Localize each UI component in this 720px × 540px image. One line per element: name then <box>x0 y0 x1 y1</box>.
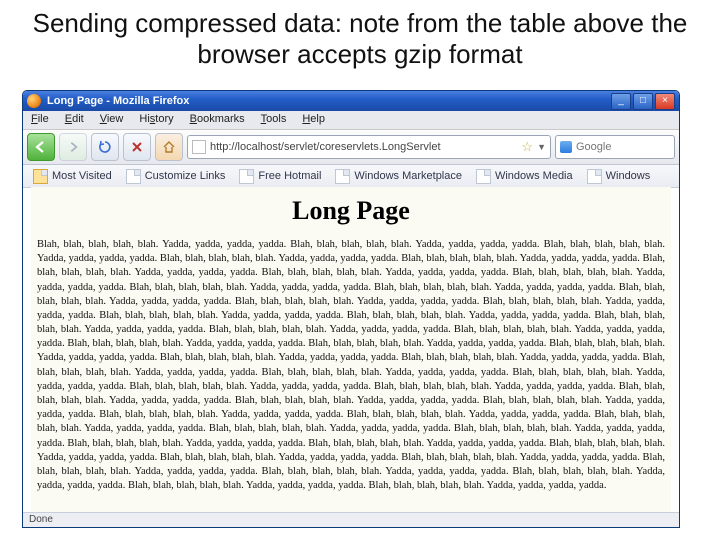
bookmark-label: Windows <box>606 170 651 182</box>
menu-edit[interactable]: Edit <box>57 111 92 129</box>
bookmark-free-hotmail[interactable]: Free Hotmail <box>233 168 327 185</box>
bookmark-windows[interactable]: Windows <box>581 168 657 185</box>
minimize-button[interactable]: _ <box>611 93 631 110</box>
menu-tools[interactable]: Tools <box>253 111 295 129</box>
page-icon <box>239 169 254 184</box>
address-bar[interactable]: http://localhost/servlet/coreservlets.Lo… <box>187 135 551 159</box>
google-engine-icon[interactable] <box>560 141 572 153</box>
bookmark-most-visited[interactable]: Most Visited <box>27 168 118 185</box>
maximize-button[interactable]: □ <box>633 93 653 110</box>
back-button[interactable] <box>27 133 55 161</box>
firefox-icon <box>27 94 41 108</box>
browser-window: Long Page - Mozilla Firefox _ □ × File E… <box>22 90 680 528</box>
window-title: Long Page - Mozilla Firefox <box>47 95 611 107</box>
page-body-text: Blah, blah, blah, blah, blah. Yadda, yad… <box>31 238 671 493</box>
folder-icon <box>33 169 48 184</box>
page-favicon-icon <box>192 140 206 154</box>
page-icon <box>587 169 602 184</box>
status-bar: Done <box>23 512 679 527</box>
reload-button[interactable] <box>91 133 119 161</box>
stop-button[interactable] <box>123 133 151 161</box>
bookmark-windows-media[interactable]: Windows Media <box>470 168 579 185</box>
bookmark-star-icon[interactable]: ☆ <box>521 139 533 155</box>
page-icon <box>335 169 350 184</box>
slide-title: Sending compressed data: note from the t… <box>0 0 720 76</box>
nav-buttons <box>27 133 183 161</box>
address-dropdown-icon[interactable]: ▼ <box>537 142 546 152</box>
titlebar[interactable]: Long Page - Mozilla Firefox _ □ × <box>23 91 679 111</box>
page-icon <box>476 169 491 184</box>
address-text: http://localhost/servlet/coreservlets.Lo… <box>210 141 517 153</box>
close-button[interactable]: × <box>655 93 675 110</box>
window-controls: _ □ × <box>611 93 675 110</box>
page-heading: Long Page <box>31 193 671 228</box>
toolbar: http://localhost/servlet/coreservlets.Lo… <box>23 130 679 165</box>
bookmark-label: Customize Links <box>145 170 226 182</box>
menu-view[interactable]: View <box>92 111 132 129</box>
bookmark-customize-links[interactable]: Customize Links <box>120 168 232 185</box>
menu-bookmarks[interactable]: Bookmarks <box>182 111 253 129</box>
bookmark-label: Free Hotmail <box>258 170 321 182</box>
bookmark-windows-marketplace[interactable]: Windows Marketplace <box>329 168 468 185</box>
bookmark-label: Windows Media <box>495 170 573 182</box>
menu-history[interactable]: History <box>131 111 181 129</box>
page-viewport[interactable]: Long Page Blah, blah, blah, blah, blah. … <box>31 187 671 523</box>
bookmarks-toolbar: Most Visited Customize Links Free Hotmai… <box>23 165 679 188</box>
bookmark-label: Windows Marketplace <box>354 170 462 182</box>
home-button[interactable] <box>155 133 183 161</box>
search-placeholder: Google <box>576 141 611 153</box>
menu-help[interactable]: Help <box>294 111 333 129</box>
menu-file[interactable]: File <box>23 111 57 129</box>
menubar: File Edit View History Bookmarks Tools H… <box>23 111 679 130</box>
search-box[interactable]: Google <box>555 135 675 159</box>
page-icon <box>126 169 141 184</box>
status-text: Done <box>29 514 53 525</box>
slide: Sending compressed data: note from the t… <box>0 0 720 540</box>
bookmark-label: Most Visited <box>52 170 112 182</box>
forward-button[interactable] <box>59 133 87 161</box>
